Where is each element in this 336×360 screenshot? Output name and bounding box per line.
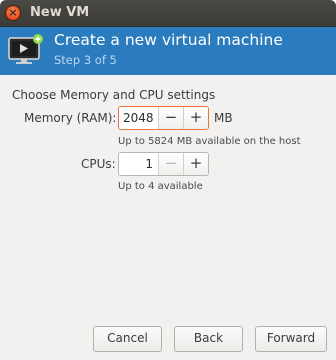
memory-input[interactable]: 2048 (119, 107, 158, 129)
memory-label: Memory (RAM): (24, 111, 117, 125)
memory-hint: Up to 5824 MB available on the host (118, 136, 301, 147)
window-title: New VM (30, 5, 90, 20)
cpus-decrement-button[interactable]: − (158, 153, 183, 175)
close-icon: × (8, 6, 18, 19)
cpus-hint: Up to 4 available (118, 181, 203, 192)
memory-increment-button[interactable]: + (183, 107, 208, 129)
cpus-label: CPUs: (81, 157, 116, 171)
close-button[interactable]: × (5, 5, 21, 21)
cpus-input[interactable]: 1 (119, 153, 158, 175)
vm-monitor-icon (8, 34, 43, 64)
cpus-spinbutton[interactable]: 1 − + (118, 152, 209, 176)
wizard-step-indicator: Step 3 of 5 (54, 53, 117, 67)
memory-spinbutton[interactable]: 2048 − + (118, 106, 209, 130)
cpus-increment-button[interactable]: + (183, 153, 208, 175)
wizard-title: Create a new virtual machine (54, 31, 283, 49)
memory-decrement-button[interactable]: − (158, 107, 183, 129)
new-vm-dialog: × New VM Create a new virtual machine St… (0, 0, 336, 360)
memory-unit: MB (214, 111, 233, 125)
section-title: Choose Memory and CPU settings (12, 88, 216, 102)
back-button[interactable]: Back (174, 326, 243, 352)
forward-button[interactable]: Forward (255, 326, 327, 352)
cancel-button[interactable]: Cancel (93, 326, 162, 352)
title-bar[interactable]: × New VM (0, 0, 336, 27)
wizard-header: Create a new virtual machine Step 3 of 5 (0, 27, 336, 75)
